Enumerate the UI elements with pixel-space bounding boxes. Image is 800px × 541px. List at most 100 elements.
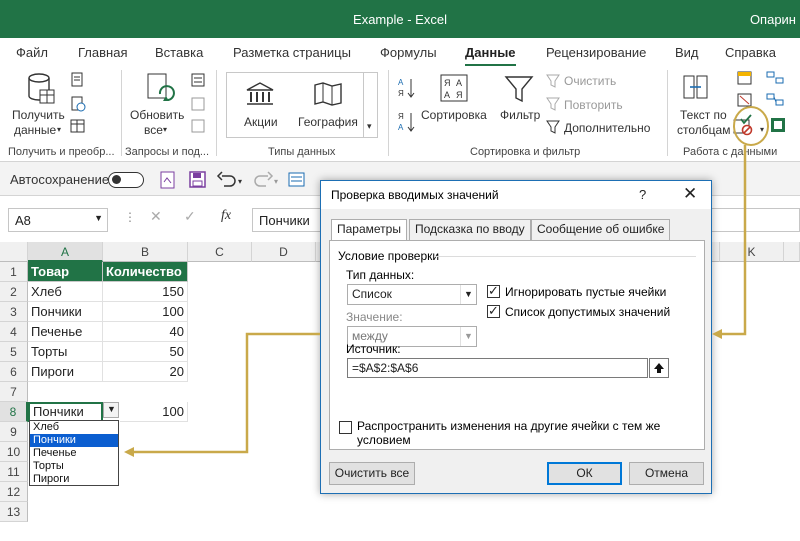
- bank-icon[interactable]: [245, 81, 275, 107]
- cell-a5[interactable]: Торты: [28, 342, 103, 362]
- tab-page-layout[interactable]: Разметка страницы: [233, 45, 351, 60]
- chevron-down-icon[interactable]: ▾: [760, 122, 764, 137]
- sort-label[interactable]: Сортировка: [421, 108, 487, 123]
- close-button[interactable]: ✕: [683, 184, 697, 204]
- ok-button[interactable]: ОК: [547, 462, 622, 485]
- edit-links-icon[interactable]: [190, 118, 206, 134]
- source-input[interactable]: =$A$2:$A$6: [347, 358, 648, 378]
- row-header-1[interactable]: 1: [0, 262, 28, 282]
- manage-data-model-icon[interactable]: [769, 116, 787, 134]
- gallery-scroll[interactable]: ▾: [363, 73, 377, 137]
- dropdown-item[interactable]: Печенье: [30, 447, 118, 460]
- apply-all-label[interactable]: Распространить изменения на другие ячейк…: [357, 419, 667, 447]
- row-header-13[interactable]: 13: [0, 502, 28, 522]
- tab-formulas[interactable]: Формулы: [380, 45, 437, 60]
- row-header-12[interactable]: 12: [0, 482, 28, 502]
- get-data-label-1[interactable]: Получить: [12, 108, 65, 123]
- ignore-blank-label[interactable]: Игнорировать пустые ячейки: [505, 285, 666, 299]
- data-type-geography[interactable]: География: [298, 115, 358, 130]
- column-header-c[interactable]: C: [188, 242, 252, 262]
- chevron-down-icon[interactable]: ▾: [367, 119, 372, 134]
- row-header-11[interactable]: 11: [0, 462, 28, 482]
- document-icon[interactable]: [158, 170, 178, 190]
- row-header-8[interactable]: 8: [0, 402, 28, 422]
- cell-dropdown-button[interactable]: ▼: [103, 402, 119, 418]
- text-to-columns-label-1[interactable]: Текст по: [680, 108, 727, 123]
- row-header-2[interactable]: 2: [0, 282, 28, 302]
- insert-function-icon[interactable]: fx: [221, 208, 231, 223]
- dropdown-item[interactable]: Хлеб: [30, 421, 118, 434]
- map-icon[interactable]: [313, 81, 343, 107]
- text-to-columns-icon[interactable]: [682, 74, 710, 102]
- cell-b5[interactable]: 50: [103, 342, 188, 362]
- filter-icon[interactable]: [504, 74, 534, 104]
- filter-label[interactable]: Фильтр: [500, 108, 540, 123]
- chevron-down-icon[interactable]: ▾: [238, 174, 242, 189]
- tab-insert[interactable]: Вставка: [155, 45, 203, 60]
- from-web-icon[interactable]: [70, 96, 86, 112]
- row-header-9[interactable]: 9: [0, 422, 28, 442]
- cell-a4[interactable]: Печенье: [28, 322, 103, 342]
- column-header-d[interactable]: D: [252, 242, 316, 262]
- autosave-toggle[interactable]: [108, 172, 144, 188]
- column-header-b[interactable]: B: [103, 242, 188, 262]
- apply-all-checkbox[interactable]: [339, 421, 352, 434]
- clear-all-button[interactable]: Очистить все: [329, 462, 415, 485]
- row-header-7[interactable]: 7: [0, 382, 28, 402]
- cell-b8[interactable]: 100: [120, 402, 188, 422]
- sort-icon[interactable]: Я А А Я: [438, 72, 470, 104]
- from-text-icon[interactable]: [70, 72, 86, 88]
- in-cell-dropdown-label[interactable]: Список допустимых значений: [505, 305, 670, 319]
- tab-review[interactable]: Рецензирование: [546, 45, 646, 60]
- name-box[interactable]: A8 ▼: [8, 208, 108, 232]
- row-header-4[interactable]: 4: [0, 322, 28, 342]
- flash-fill-icon[interactable]: [737, 70, 753, 86]
- get-data-label-2[interactable]: данные: [14, 123, 56, 138]
- consolidate-icon[interactable]: [766, 70, 784, 86]
- cell-b1[interactable]: Количество: [103, 262, 188, 282]
- row-header-10[interactable]: 10: [0, 442, 28, 462]
- select-all-corner[interactable]: [0, 242, 28, 262]
- chevron-down-icon[interactable]: ▼: [94, 213, 103, 223]
- remove-duplicates-icon[interactable]: [737, 92, 753, 108]
- save-icon[interactable]: [188, 170, 208, 190]
- collapse-dialog-button[interactable]: [649, 358, 669, 378]
- advanced-label[interactable]: Дополнительно: [564, 121, 650, 136]
- cell-a3[interactable]: Пончики: [28, 302, 103, 322]
- user-name[interactable]: Опарин: [750, 12, 796, 27]
- undo-icon[interactable]: [216, 170, 238, 190]
- properties-icon[interactable]: [190, 96, 206, 112]
- in-cell-dropdown-checkbox[interactable]: ✓: [487, 303, 500, 318]
- column-header-k[interactable]: K: [720, 242, 784, 262]
- data-type-select[interactable]: Список ▼: [347, 284, 477, 305]
- sort-az-icon[interactable]: А Я: [398, 76, 416, 98]
- dropdown-item[interactable]: Торты: [30, 460, 118, 473]
- tab-data[interactable]: Данные: [465, 45, 516, 67]
- tab-home[interactable]: Главная: [78, 45, 127, 60]
- row-header-5[interactable]: 5: [0, 342, 28, 362]
- cancel-button[interactable]: Отмена: [629, 462, 704, 485]
- from-table-icon[interactable]: [70, 118, 86, 134]
- dropdown-item-selected[interactable]: Пончики: [30, 434, 118, 447]
- cell-a2[interactable]: Хлеб: [28, 282, 103, 302]
- tab-input-message[interactable]: Подсказка по вводу: [409, 219, 531, 240]
- chevron-down-icon[interactable]: ▾: [57, 122, 61, 137]
- row-header-6[interactable]: 6: [0, 362, 28, 382]
- relationships-icon[interactable]: [766, 92, 784, 108]
- tab-file[interactable]: Файл: [16, 45, 48, 60]
- tab-help[interactable]: Справка: [725, 45, 776, 60]
- cell-a6[interactable]: Пироги: [28, 362, 103, 382]
- row-header-3[interactable]: 3: [0, 302, 28, 322]
- dropdown-item[interactable]: Пироги: [30, 473, 118, 486]
- help-button[interactable]: ?: [639, 187, 646, 202]
- data-type-stocks[interactable]: Акции: [244, 115, 278, 130]
- tab-view[interactable]: Вид: [675, 45, 699, 60]
- queries-icon[interactable]: [190, 72, 206, 88]
- cell-a1[interactable]: Товар: [28, 262, 103, 282]
- cell-b6[interactable]: 20: [103, 362, 188, 382]
- data-validation-icon[interactable]: [732, 114, 758, 138]
- cell-b3[interactable]: 100: [103, 302, 188, 322]
- ignore-blank-checkbox[interactable]: ✓: [487, 283, 500, 298]
- advanced-filter-icon[interactable]: [546, 119, 562, 135]
- cell-b2[interactable]: 150: [103, 282, 188, 302]
